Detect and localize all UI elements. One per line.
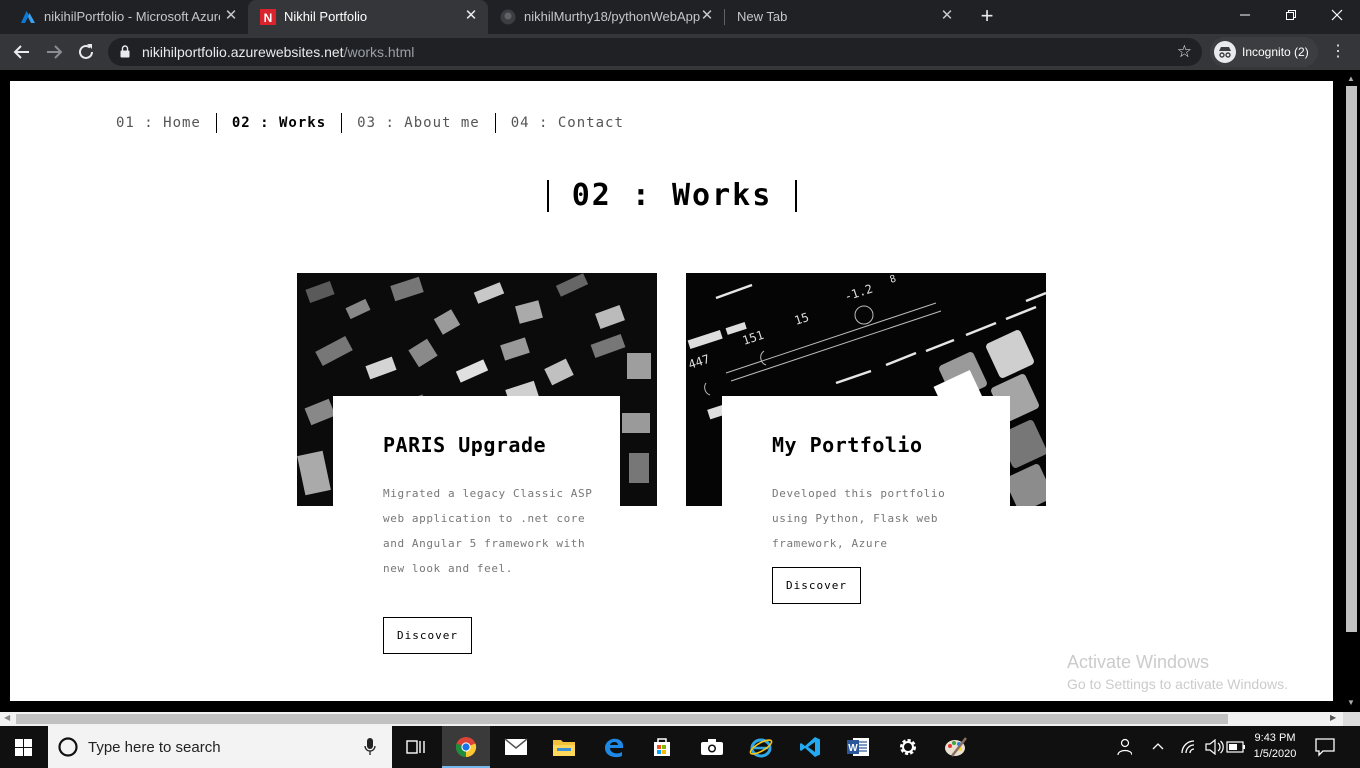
nav-home[interactable]: 01 : Home xyxy=(116,113,216,133)
people-icon[interactable] xyxy=(1116,738,1132,756)
page-title: 02 : Works xyxy=(571,178,773,213)
azure-icon xyxy=(21,11,35,23)
scrollbar-corner xyxy=(1343,712,1360,726)
clock-date: 1/5/2020 xyxy=(1253,748,1297,760)
lock-icon[interactable] xyxy=(120,45,130,58)
word-icon[interactable]: W xyxy=(834,726,882,768)
incognito-badge[interactable]: Incognito (2) xyxy=(1210,37,1318,67)
cortana-circle-icon xyxy=(58,737,78,757)
minimize-button[interactable] xyxy=(1222,0,1268,30)
address-bar[interactable]: nikihilportfolio.azurewebsites.net/works… xyxy=(108,38,1202,66)
svg-text:W: W xyxy=(848,743,858,754)
scroll-down-arrow-icon[interactable]: ▼ xyxy=(1347,698,1355,707)
tab-nikhil-portfolio[interactable]: N Nikhil Portfolio ✕ xyxy=(248,0,488,34)
file-explorer-icon[interactable] xyxy=(540,726,588,768)
tab-github[interactable]: nikhilMurthy18/pythonWebApp ✕ xyxy=(488,0,724,34)
close-icon[interactable]: ✕ xyxy=(938,7,956,25)
tab-azure[interactable]: nikihilPortfolio - Microsoft Azure ✕ xyxy=(8,0,248,34)
url-text: nikihilportfolio.azurewebsites.net/works… xyxy=(142,44,414,60)
close-icon[interactable]: ✕ xyxy=(462,7,480,25)
back-arrow-icon[interactable] xyxy=(10,40,34,64)
browser-menu-icon[interactable]: ⋮ xyxy=(1330,42,1346,62)
site-nav: 01 : Home 02 : Works 03 : About me 04 : Con… xyxy=(116,113,639,133)
incognito-label: Incognito (2) xyxy=(1242,45,1309,59)
close-icon[interactable]: ✕ xyxy=(222,7,240,25)
store-icon[interactable] xyxy=(638,726,686,768)
tab-title: Nikhil Portfolio xyxy=(284,9,368,24)
battery-icon[interactable] xyxy=(1226,741,1246,753)
card-title: PARIS Upgrade xyxy=(383,433,547,457)
github-icon xyxy=(500,9,516,25)
task-view-icon[interactable] xyxy=(392,726,440,768)
close-icon xyxy=(1331,9,1343,21)
activate-windows-watermark: Activate Windows Go to Settings to activ… xyxy=(1067,651,1288,694)
camera-icon[interactable] xyxy=(688,726,736,768)
scroll-left-arrow-icon[interactable]: ◀ xyxy=(4,713,10,722)
start-button[interactable] xyxy=(0,726,48,768)
url-path: /works.html xyxy=(343,44,415,60)
new-tab-button[interactable]: + xyxy=(976,5,998,28)
nav-contact[interactable]: 04 : Contact xyxy=(494,113,639,133)
url-host: nikihilportfolio.azurewebsites.net xyxy=(142,44,344,60)
svg-text:N: N xyxy=(264,11,273,25)
card-paris-upgrade: PARIS Upgrade Migrated a legacy Classic … xyxy=(333,396,620,701)
forward-arrow-icon[interactable] xyxy=(42,40,66,64)
edge-icon[interactable] xyxy=(590,726,638,768)
tab-title: New Tab xyxy=(737,9,788,24)
card-description: Migrated a legacy Classic ASP web applic… xyxy=(383,487,593,575)
taskbar-search-box[interactable]: Type here to search xyxy=(48,726,392,768)
browser-toolbar: nikihilportfolio.azurewebsites.net/works… xyxy=(0,34,1360,70)
paint-icon[interactable] xyxy=(932,726,980,768)
card-description: Developed this portfolio using Python, F… xyxy=(772,487,946,550)
mail-icon[interactable] xyxy=(492,726,540,768)
wifi-icon[interactable] xyxy=(1180,739,1198,755)
internet-explorer-icon[interactable] xyxy=(736,726,784,768)
restore-button[interactable] xyxy=(1268,0,1314,30)
microphone-icon[interactable] xyxy=(364,738,376,756)
volume-icon[interactable] xyxy=(1204,739,1224,755)
windows-taskbar: Type here to search W 9:43 PM 1/5/2020 xyxy=(0,726,1360,768)
vertical-scrollbar[interactable]: ▲ ▼ xyxy=(1343,70,1360,712)
tab-new-tab[interactable]: New Tab ✕ xyxy=(724,0,964,34)
page-viewport: 01 : Home 02 : Works 03 : About me 04 : Con… xyxy=(0,70,1360,712)
restore-icon xyxy=(1286,10,1296,20)
vscode-icon[interactable] xyxy=(786,726,834,768)
windows-logo-icon xyxy=(15,739,32,756)
discover-button[interactable]: Discover xyxy=(383,617,472,654)
page-heading-frame: 02 : Works xyxy=(547,180,797,212)
scroll-right-arrow-icon[interactable]: ▶ xyxy=(1330,713,1336,722)
browser-tab-strip: nikihilPortfolio - Microsoft Azure ✕ N N… xyxy=(0,0,1360,34)
minimize-icon xyxy=(1240,14,1250,16)
scrollbar-thumb[interactable] xyxy=(1346,86,1357,632)
nav-about[interactable]: 03 : About me xyxy=(341,113,495,133)
reload-icon[interactable] xyxy=(74,40,98,64)
bookmark-star-icon[interactable]: ☆ xyxy=(1177,43,1192,61)
card-title: My Portfolio xyxy=(772,433,923,457)
web-page: 01 : Home 02 : Works 03 : About me 04 : Con… xyxy=(10,81,1333,701)
search-placeholder: Type here to search xyxy=(88,739,221,756)
taskbar-clock[interactable]: 9:43 PM 1/5/2020 xyxy=(1247,730,1303,762)
chrome-icon[interactable] xyxy=(442,726,490,768)
clock-time: 9:43 PM xyxy=(1254,732,1296,744)
settings-icon[interactable] xyxy=(884,726,932,768)
close-window-button[interactable] xyxy=(1314,0,1360,30)
watermark-subtitle: Go to Settings to activate Windows. xyxy=(1067,676,1288,692)
chevron-up-icon[interactable] xyxy=(1152,742,1164,750)
nav-works[interactable]: 02 : Works xyxy=(215,113,341,133)
incognito-icon xyxy=(1214,41,1236,63)
scroll-up-arrow-icon[interactable]: ▲ xyxy=(1347,74,1355,83)
tab-title: nikhilMurthy18/pythonWebApp xyxy=(524,9,700,24)
horizontal-scrollbar[interactable]: ◀ ▶ xyxy=(0,712,1343,726)
card-my-portfolio: My Portfolio Developed this portfolio us… xyxy=(722,396,1010,701)
discover-button[interactable]: Discover xyxy=(772,567,861,604)
action-center-icon[interactable] xyxy=(1314,737,1336,757)
close-icon[interactable]: ✕ xyxy=(698,7,716,25)
watermark-title: Activate Windows xyxy=(1067,652,1210,672)
n-logo-icon: N xyxy=(260,9,276,25)
scrollbar-thumb[interactable] xyxy=(16,714,1228,724)
tab-title: nikihilPortfolio - Microsoft Azure xyxy=(44,9,220,24)
